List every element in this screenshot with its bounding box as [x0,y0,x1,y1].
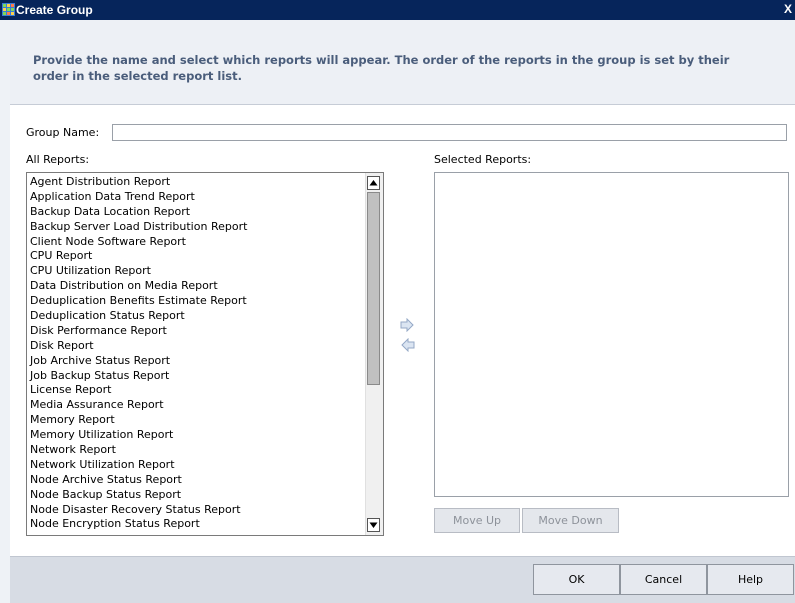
selected-reports-list[interactable] [434,172,789,497]
move-down-button[interactable]: Move Down [522,508,619,533]
report-list-item[interactable]: Disk Performance Report [30,324,366,339]
report-list-item[interactable]: Memory Utilization Report [30,428,366,443]
report-list-item[interactable]: Node Backup Status Report [30,488,366,503]
header-divider [10,104,795,105]
report-list-item[interactable]: Media Assurance Report [30,398,366,413]
instruction-header: Provide the name and select which report… [10,20,795,104]
grid-app-icon [2,3,15,16]
report-list-item[interactable]: Network Utilization Report [30,458,366,473]
group-name-label: Group Name: [26,126,100,139]
report-list-item[interactable]: Job Archive Status Report [30,354,366,369]
close-button[interactable]: X [784,2,795,16]
remove-report-button[interactable] [400,337,415,353]
help-button[interactable]: Help [707,564,794,595]
arrow-right-icon [400,317,414,333]
add-report-button[interactable] [400,317,415,333]
report-list-item[interactable]: Disk Report [30,339,366,354]
all-reports-items: Agent Distribution Report Application Dat… [30,175,366,532]
report-list-item[interactable]: Application Data Trend Report [30,190,366,205]
report-list-item[interactable]: Network Report [30,443,366,458]
window-left-edge [0,20,10,603]
scroll-thumb[interactable] [367,192,380,385]
report-list-item[interactable]: License Report [30,383,366,398]
report-list-item[interactable]: Node Disaster Recovery Status Report [30,503,366,518]
report-list-item[interactable]: Node Archive Status Report [30,473,366,488]
scroll-up-arrow-icon [369,180,378,186]
report-list-item[interactable]: Agent Distribution Report [30,175,366,190]
arrow-left-icon [401,337,415,353]
selected-reports-label: Selected Reports: [434,153,532,166]
all-reports-label: All Reports: [26,153,90,166]
report-list-item[interactable]: CPU Utilization Report [30,264,366,279]
report-list-item[interactable]: Deduplication Status Report [30,309,366,324]
report-list-item[interactable]: Memory Report [30,413,366,428]
report-list-item[interactable]: Client Node Software Report [30,235,366,250]
instruction-text: Provide the name and select which report… [33,53,730,83]
scroll-up-button[interactable] [367,176,380,190]
group-name-input[interactable] [112,124,787,141]
ok-button[interactable]: OK [533,564,620,595]
cancel-button[interactable]: Cancel [620,564,707,595]
report-list-item[interactable]: Job Backup Status Report [30,369,366,384]
scroll-down-button[interactable] [367,518,380,532]
report-list-item[interactable]: Backup Data Location Report [30,205,366,220]
report-list-item[interactable]: Node Encryption Status Report [30,517,366,532]
scroll-down-arrow-icon [369,522,378,528]
move-up-button[interactable]: Move Up [434,508,520,533]
report-list-item[interactable]: CPU Report [30,249,366,264]
all-reports-scrollbar[interactable] [365,173,383,535]
report-list-item[interactable]: Deduplication Benefits Estimate Report [30,294,366,309]
report-list-item[interactable]: Data Distribution on Media Report [30,279,366,294]
all-reports-list[interactable]: Agent Distribution Report Application Dat… [26,172,384,536]
window-title: Create Group [16,3,93,17]
report-list-item[interactable]: Backup Server Load Distribution Report [30,220,366,235]
title-bar: Create Group X [0,0,795,20]
